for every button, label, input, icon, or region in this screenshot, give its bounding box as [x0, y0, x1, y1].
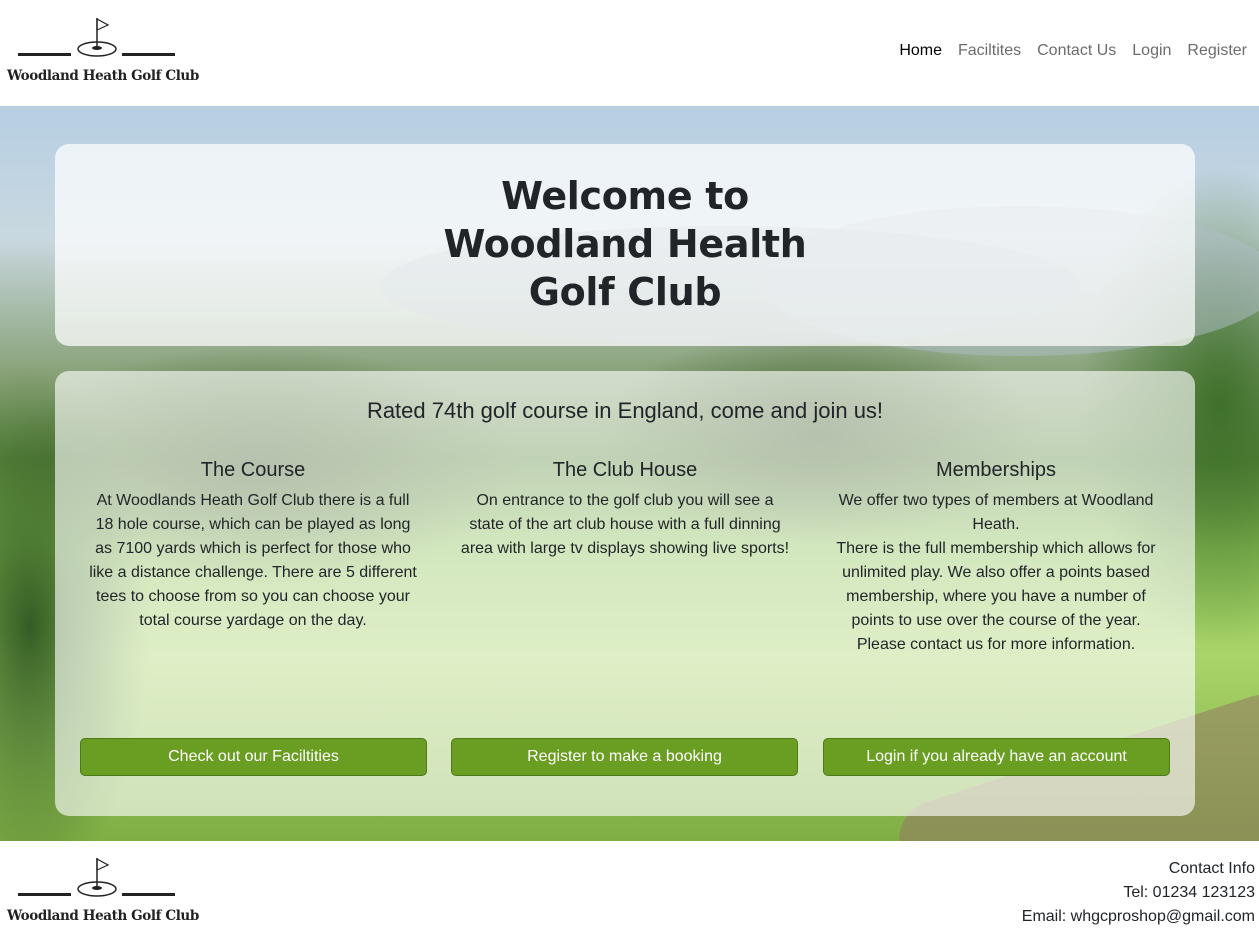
contact-tel: Tel: 01234 123123	[1123, 884, 1255, 901]
memberships-heading: Memberships	[935, 459, 1057, 481]
site-footer: Woodland Heath Golf Club Contact Info Te…	[0, 841, 1259, 931]
course-column: The Course At Woodlands Heath Golf Club …	[88, 457, 418, 633]
page-title: Welcome to Woodland Health Golf Club	[55, 172, 1195, 316]
nav-login[interactable]: Login	[1124, 40, 1179, 62]
tagline: Rated 74th golf course in England, come …	[366, 398, 884, 423]
title-line-1: Welcome to	[501, 174, 749, 218]
footer-logo: Woodland Heath Golf Club	[6, 856, 199, 926]
hero-section: Welcome to Woodland Health Golf Club Rat…	[0, 106, 1259, 841]
memberships-text-line-1: We offer two types of members at Woodlan…	[838, 492, 1154, 533]
contact-title: Contact Info	[1168, 860, 1255, 877]
memberships-text-line-3: Please contact us for more information.	[856, 636, 1136, 653]
title-line-2: Woodland Health	[443, 222, 807, 266]
memberships-text-line-2: There is the full membership which allow…	[836, 540, 1156, 629]
course-text: At Woodlands Heath Golf Club there is a …	[89, 492, 417, 629]
title-line-3: Golf Club	[528, 270, 722, 314]
nav-facilities[interactable]: Faciltites	[950, 40, 1029, 62]
site-header: Woodland Heath Golf Club Home Faciltites…	[0, 0, 1259, 106]
golf-flag-icon	[18, 17, 175, 57]
contact-email: Email: whgcproshop@gmail.com	[1021, 908, 1255, 925]
contact-info: Contact Info Tel: 01234 123123 Email: wh…	[1022, 857, 1255, 929]
login-button[interactable]: Login if you already have an account	[823, 738, 1170, 776]
clubhouse-column: The Club House On entrance to the golf c…	[460, 457, 790, 561]
nav-contact-us[interactable]: Contact Us	[1029, 40, 1124, 62]
welcome-panel: Welcome to Woodland Health Golf Club	[55, 144, 1195, 346]
logo-text: Woodland Heath Golf Club	[7, 68, 199, 84]
info-panel: Rated 74th golf course in England, come …	[55, 371, 1195, 816]
clubhouse-heading: The Club House	[552, 459, 698, 481]
register-button[interactable]: Register to make a booking	[451, 738, 798, 776]
memberships-text: We offer two types of members at Woodlan…	[831, 489, 1161, 657]
main-nav: Home Faciltites Contact Us Login Registe…	[891, 40, 1255, 62]
site-logo[interactable]: Woodland Heath Golf Club	[6, 16, 199, 86]
course-heading: The Course	[200, 459, 306, 481]
facilities-button[interactable]: Check out our Faciltities	[80, 738, 427, 776]
nav-home[interactable]: Home	[891, 40, 950, 62]
footer-logo-text: Woodland Heath Golf Club	[7, 908, 199, 924]
clubhouse-text: On entrance to the golf club you will se…	[460, 492, 790, 557]
golf-flag-icon	[18, 857, 175, 897]
memberships-column: Memberships We offer two types of member…	[831, 457, 1161, 657]
nav-register[interactable]: Register	[1179, 40, 1255, 62]
